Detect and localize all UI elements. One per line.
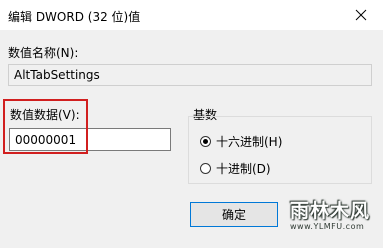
radio-unchecked-icon [200,163,211,174]
close-button[interactable] [339,0,383,30]
radio-hexadecimal-label: 十六进制(H) [216,135,283,149]
value-name-field[interactable] [8,64,372,86]
title-bar: 编辑 DWORD (32 位)值 [0,0,383,30]
close-icon [355,9,367,21]
radio-decimal[interactable]: 十进制(D) [200,160,271,177]
radio-checked-icon [200,136,211,147]
watermark-logo: 雨林木风 www.YLMFU.com [284,188,379,242]
window-title: 编辑 DWORD (32 位)值 [8,10,141,24]
radio-decimal-label: 十进制(D) [216,162,271,176]
value-data-input[interactable] [9,128,171,151]
radio-hexadecimal[interactable]: 十六进制(H) [200,133,282,150]
watermark-url: www.YLMFU.com [290,222,365,231]
value-name-label: 数值名称(N): [8,46,79,60]
ok-button[interactable]: 确定 [190,202,278,227]
watermark-text: 雨林木风 [290,200,371,222]
edit-dword-dialog: 编辑 DWORD (32 位)值 数值名称(N): 数值数据(V): 基数 十六… [0,0,383,248]
value-data-label: 数值数据(V): [10,108,80,122]
